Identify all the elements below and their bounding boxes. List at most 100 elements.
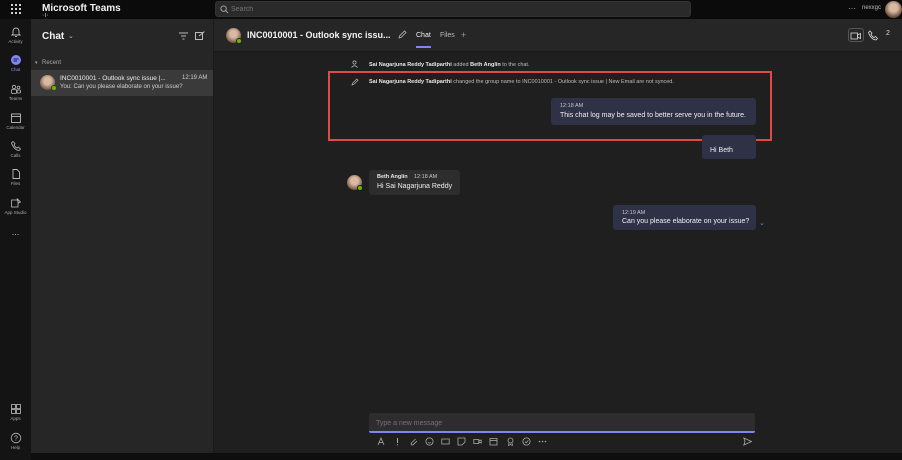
chat-list-item[interactable]: INC0010001 - Outlook sync issue |... 12:… <box>31 70 213 96</box>
participants-count: 2 <box>886 30 890 37</box>
more-options-icon[interactable]: ··· <box>848 4 856 13</box>
send-icon[interactable] <box>743 437 752 446</box>
title-bar: Microsoft Teams ·ı· ··· nexxgc <box>0 0 902 19</box>
audio-call-button[interactable] <box>866 28 882 42</box>
rail-label: App Studio <box>4 210 27 215</box>
panel-title: Chat <box>42 31 65 42</box>
filter-icon[interactable] <box>179 32 188 40</box>
message-text: Can you please elaborate on your issue? <box>622 218 750 225</box>
message-bubble[interactable]: Beth Anglin 12:18 AM Hi Sai Nagarjuna Re… <box>369 170 460 195</box>
chat-item-preview: You: Can you please elaborate on your is… <box>60 84 183 90</box>
rail-label: Files <box>10 181 21 186</box>
rail-label: Chat <box>10 67 21 72</box>
search-input[interactable] <box>231 3 681 15</box>
rail-item-help[interactable]: ? Help <box>0 430 31 454</box>
rail-label: Teams <box>8 96 23 101</box>
message-bubble[interactable]: 12:19 AM Can you please elaborate on you… <box>613 205 756 230</box>
presence-status-icon <box>357 185 363 191</box>
rail-item-calls[interactable]: Calls <box>0 138 31 162</box>
rail-item-apps[interactable]: Apps <box>0 401 31 425</box>
seen-indicator-icon: ⌄ <box>759 220 765 227</box>
active-tab-indicator <box>416 46 431 48</box>
chevron-down-icon[interactable]: ⌄ <box>68 32 74 40</box>
file-icon <box>12 169 20 179</box>
message-sender: Beth Anglin <box>377 174 408 180</box>
presence-status-icon <box>51 85 57 91</box>
phone-icon <box>10 140 21 151</box>
help-icon: ? <box>10 432 21 444</box>
conversation-title: INC0010001 - Outlook sync issu... <box>247 30 391 40</box>
rail-label: Calls <box>10 153 21 158</box>
message-input[interactable] <box>376 417 746 429</box>
gif-icon[interactable] <box>441 437 450 446</box>
calendar-icon <box>10 113 21 123</box>
presence-status-icon <box>236 38 242 44</box>
phone-icon <box>868 30 879 41</box>
collapse-arrow-icon[interactable]: ▾ <box>35 60 38 66</box>
tab-files[interactable]: Files <box>440 32 455 39</box>
teams-icon <box>10 84 21 94</box>
chat-list-panel: Chat ⌄ ▾ Recent INC0010001 - Outlook syn… <box>31 19 214 460</box>
rail-item-teams[interactable]: Teams <box>0 81 31 105</box>
schedule-meeting-icon[interactable] <box>489 437 498 446</box>
sticker-icon[interactable] <box>457 437 466 446</box>
search-icon <box>220 5 229 14</box>
chat-item-title: INC0010001 - Outlook sync issue |... <box>60 75 166 82</box>
org-label: nexxgc <box>862 5 882 11</box>
actor-name: Sai Nagarjuna Reddy Tadiparthi <box>369 62 452 68</box>
rail-item-more[interactable]: ... <box>0 226 31 250</box>
message-bubble[interactable]: Hi Beth <box>702 135 756 159</box>
app-studio-icon <box>10 198 21 208</box>
rail-label: Help <box>10 445 21 450</box>
rail-item-calendar[interactable]: Calendar <box>0 110 31 134</box>
message-text: Hi Sai Nagarjuna Reddy <box>377 183 453 190</box>
conversation-header: INC0010001 - Outlook sync issu... Chat F… <box>214 19 902 52</box>
section-label: Recent <box>42 60 62 66</box>
rail-item-files[interactable]: Files <box>0 166 31 190</box>
emoji-icon[interactable] <box>425 437 434 446</box>
svg-text:?: ? <box>14 436 18 443</box>
bottom-strip <box>31 453 902 460</box>
participants-button[interactable]: 2 <box>886 30 890 37</box>
rail-item-activity[interactable]: Activity <box>0 24 31 48</box>
message-time: 12:18 AM <box>414 174 438 180</box>
rail-label: Calendar <box>6 125 25 130</box>
add-tab-button[interactable]: + <box>461 30 466 40</box>
more-icon: ... <box>11 227 20 237</box>
new-chat-icon[interactable] <box>195 31 205 40</box>
chat-item-time: 12:19 AM <box>182 75 208 81</box>
bell-icon <box>10 27 21 37</box>
apps-icon <box>10 404 21 414</box>
video-icon <box>850 32 861 40</box>
rail-item-app-studio[interactable]: App Studio <box>0 195 31 219</box>
dots-indicator-icon: ·ı· <box>42 12 49 19</box>
video-call-button[interactable] <box>848 28 864 42</box>
meet-now-icon[interactable] <box>473 437 482 446</box>
added-name: Beth Anglin <box>470 62 501 68</box>
more-options-icon[interactable] <box>538 437 547 446</box>
highlight-box <box>328 71 772 141</box>
search-box[interactable] <box>215 1 691 17</box>
profile-avatar[interactable] <box>885 1 902 18</box>
app-rail: Activity Chat Teams Calendar Calls Files… <box>0 19 31 460</box>
system-text: to the chat. <box>500 62 530 68</box>
system-text: added <box>451 62 471 68</box>
system-message-added: Sai Nagarjuna Reddy Tadiparthi added Bet… <box>369 62 530 68</box>
praise-icon[interactable] <box>506 437 515 446</box>
rail-label: Apps <box>10 416 21 421</box>
edit-name-icon[interactable] <box>398 30 407 39</box>
format-icon[interactable] <box>377 437 386 446</box>
app-launcher-icon[interactable] <box>10 3 22 15</box>
rail-item-chat[interactable]: Chat <box>0 52 31 76</box>
message-time: 12:19 AM <box>622 210 646 216</box>
approvals-icon[interactable] <box>522 437 531 446</box>
compose-box[interactable] <box>369 413 755 433</box>
important-icon[interactable] <box>393 437 402 446</box>
app-title: Microsoft Teams <box>42 3 121 14</box>
message-text: Hi Beth <box>710 147 733 154</box>
chat-icon <box>10 55 21 65</box>
tab-chat[interactable]: Chat <box>416 32 431 39</box>
attach-icon[interactable] <box>409 437 418 446</box>
rail-label: Activity <box>8 39 23 44</box>
add-person-icon <box>351 60 358 68</box>
